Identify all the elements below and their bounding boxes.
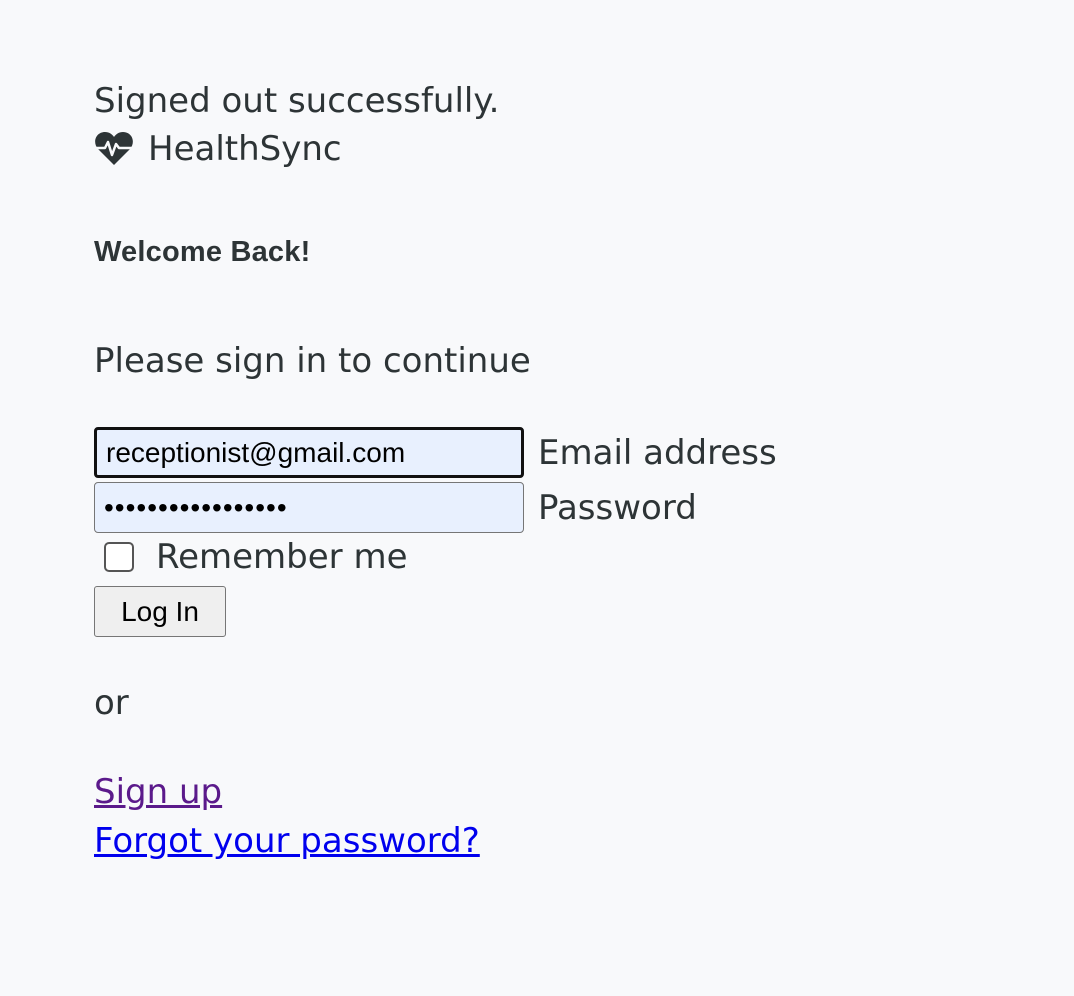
forgot-password-link[interactable]: Forgot your password? xyxy=(94,819,480,863)
password-label: Password xyxy=(538,487,697,528)
log-in-button[interactable]: Log In xyxy=(94,586,226,637)
password-field[interactable] xyxy=(94,482,524,533)
sign-in-prompt: Please sign in to continue xyxy=(94,341,531,381)
remember-me-checkbox[interactable] xyxy=(104,542,134,572)
sign-up-link[interactable]: Sign up xyxy=(94,770,222,814)
or-separator: or xyxy=(94,683,129,723)
email-field[interactable] xyxy=(94,427,524,478)
heartbeat-icon xyxy=(95,132,133,165)
remember-me-label[interactable]: Remember me xyxy=(156,537,408,577)
flash-message: Signed out successfully. xyxy=(94,81,500,121)
brand-name: HealthSync xyxy=(148,129,342,169)
email-label: Email address xyxy=(538,432,777,473)
page-title: Welcome Back! xyxy=(94,236,311,268)
brand: HealthSync xyxy=(94,127,342,171)
